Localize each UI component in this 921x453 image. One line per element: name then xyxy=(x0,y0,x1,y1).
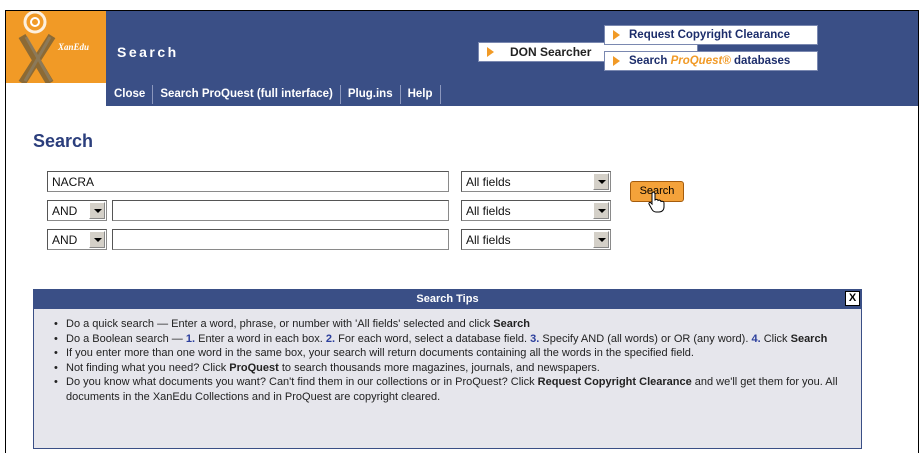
arrow-right-icon xyxy=(613,30,620,40)
nav-plugins[interactable]: Plug.ins xyxy=(341,85,401,104)
search-input-3[interactable] xyxy=(112,229,449,250)
field-select-value: All fields xyxy=(466,233,511,247)
list-item: If you enter more than one word in the s… xyxy=(54,346,851,361)
list-item: Do you know what documents you want? Can… xyxy=(54,375,851,404)
request-copyright-label: Request Copyright Clearance xyxy=(629,29,791,41)
list-item: Do a quick search — Enter a word, phrase… xyxy=(54,317,851,332)
close-icon[interactable]: X xyxy=(845,291,860,306)
chevron-down-icon[interactable] xyxy=(89,231,105,248)
search-tips-header: Search Tips X xyxy=(34,290,861,309)
operator-select-value: AND xyxy=(52,233,78,247)
hand-cursor-icon xyxy=(648,191,665,213)
field-select-value: All fields xyxy=(466,204,511,218)
top-header: Search DON Searcher xyxy=(106,11,918,83)
nav-search-proquest[interactable]: Search ProQuest (full interface) xyxy=(153,85,341,104)
nav-close[interactable]: Close xyxy=(106,85,154,104)
request-copyright-link[interactable]: Request Copyright Clearance xyxy=(604,25,818,45)
xanedu-logo[interactable]: XanEdu xyxy=(6,11,106,83)
field-select-1[interactable]: All fields xyxy=(461,171,611,192)
nav-bar: Close Search ProQuest (full interface) P… xyxy=(106,83,918,106)
app-frame: XanEdu Search DON Searcher Request Copyr… xyxy=(5,10,919,453)
search-tips-list: Do a quick search — Enter a word, phrase… xyxy=(34,309,861,404)
arrow-right-icon xyxy=(613,56,620,66)
request-copyright-tip-link[interactable]: Request Copyright Clearance xyxy=(538,376,692,388)
search-tips-panel: Search Tips X Do a quick search — Enter … xyxy=(33,289,862,449)
list-item: Do a Boolean search — 1. Enter a word in… xyxy=(54,332,851,347)
page-title: Search xyxy=(33,131,94,151)
nav-help[interactable]: Help xyxy=(401,85,441,104)
field-select-3[interactable]: All fields xyxy=(461,229,611,250)
operator-select-value: AND xyxy=(52,204,78,218)
don-searcher-label: DON Searcher xyxy=(510,45,592,59)
arrow-right-icon xyxy=(487,47,494,57)
search-input-2[interactable] xyxy=(112,200,449,221)
proquest-link[interactable]: ProQuest xyxy=(229,362,279,374)
search-proquest-link[interactable]: Search ProQuest® databases xyxy=(604,51,818,71)
search-proquest-label: Search ProQuest® databases xyxy=(629,55,791,67)
chevron-down-icon[interactable] xyxy=(593,231,609,248)
page-header-title: Search xyxy=(117,44,179,60)
field-select-value: All fields xyxy=(466,175,511,189)
operator-select-3[interactable]: AND xyxy=(47,229,107,250)
field-select-2[interactable]: All fields xyxy=(461,200,611,221)
chevron-down-icon[interactable] xyxy=(89,202,105,219)
chevron-down-icon[interactable] xyxy=(593,202,609,219)
search-input-1[interactable]: NACRA xyxy=(47,171,449,192)
operator-select-2[interactable]: AND xyxy=(47,200,107,221)
list-item: Not finding what you need? Click ProQues… xyxy=(54,361,851,376)
chevron-down-icon[interactable] xyxy=(593,173,609,190)
search-tips-title: Search Tips xyxy=(416,293,479,305)
x-logo-icon xyxy=(18,11,56,83)
logo-text: XanEdu xyxy=(58,42,90,52)
